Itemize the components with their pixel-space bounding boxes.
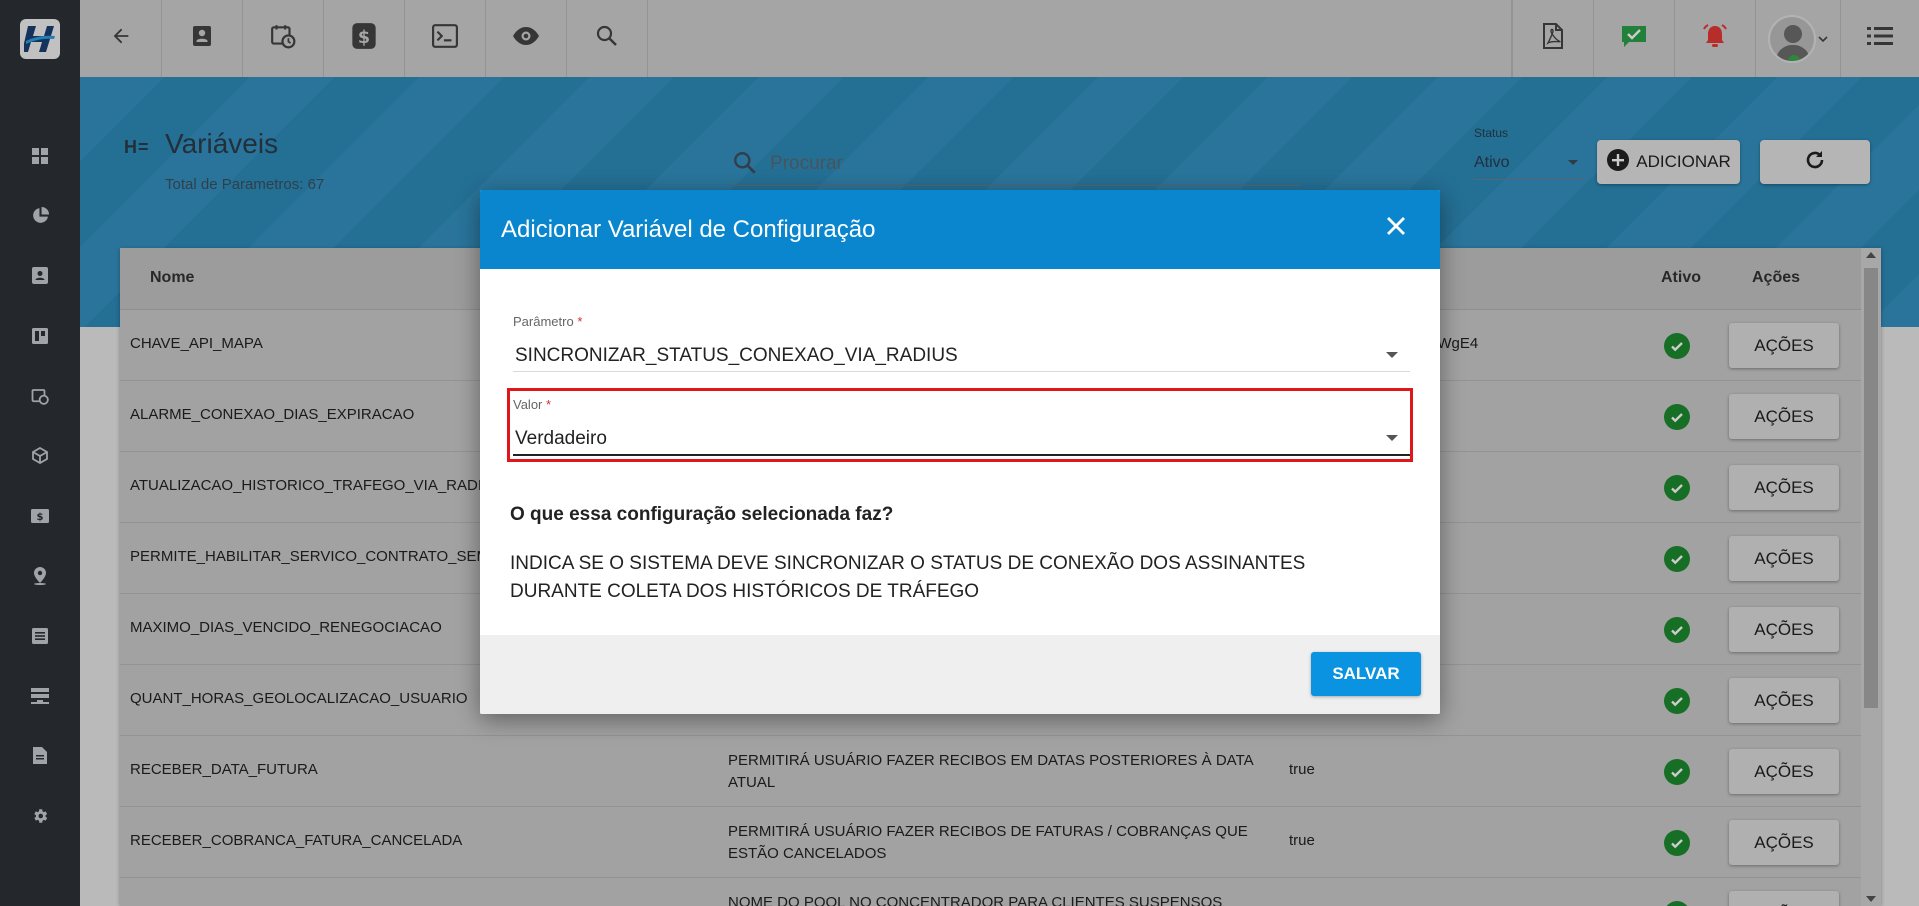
value-dropdown-arrow-icon[interactable] (1386, 435, 1398, 441)
dialog-footer: SALVAR (480, 635, 1440, 714)
parameter-dropdown-arrow-icon[interactable] (1386, 352, 1398, 358)
parameter-underline (513, 371, 1410, 372)
close-button[interactable] (1378, 210, 1414, 246)
value-select[interactable]: Verdadeiro (515, 428, 607, 450)
value-label: Valor * (513, 397, 552, 412)
config-question: O que essa configuração selecionada faz? (510, 504, 894, 525)
close-icon (1386, 216, 1406, 241)
value-underline (513, 454, 1410, 456)
parameter-label: Parâmetro * (513, 314, 583, 329)
dialog-title: Adicionar Variável de Configuração (501, 216, 876, 243)
add-variable-dialog: Adicionar Variável de Configuração Parâm… (480, 190, 1440, 714)
dialog-header: Adicionar Variável de Configuração (480, 190, 1440, 269)
parameter-select[interactable]: SINCRONIZAR_STATUS_CONEXAO_VIA_RADIUS (515, 345, 958, 367)
save-button[interactable]: SALVAR (1311, 652, 1421, 696)
config-description: INDICA SE O SISTEMA DEVE SINCRONIZAR O S… (510, 553, 1306, 602)
value-field-highlight (507, 388, 1413, 462)
